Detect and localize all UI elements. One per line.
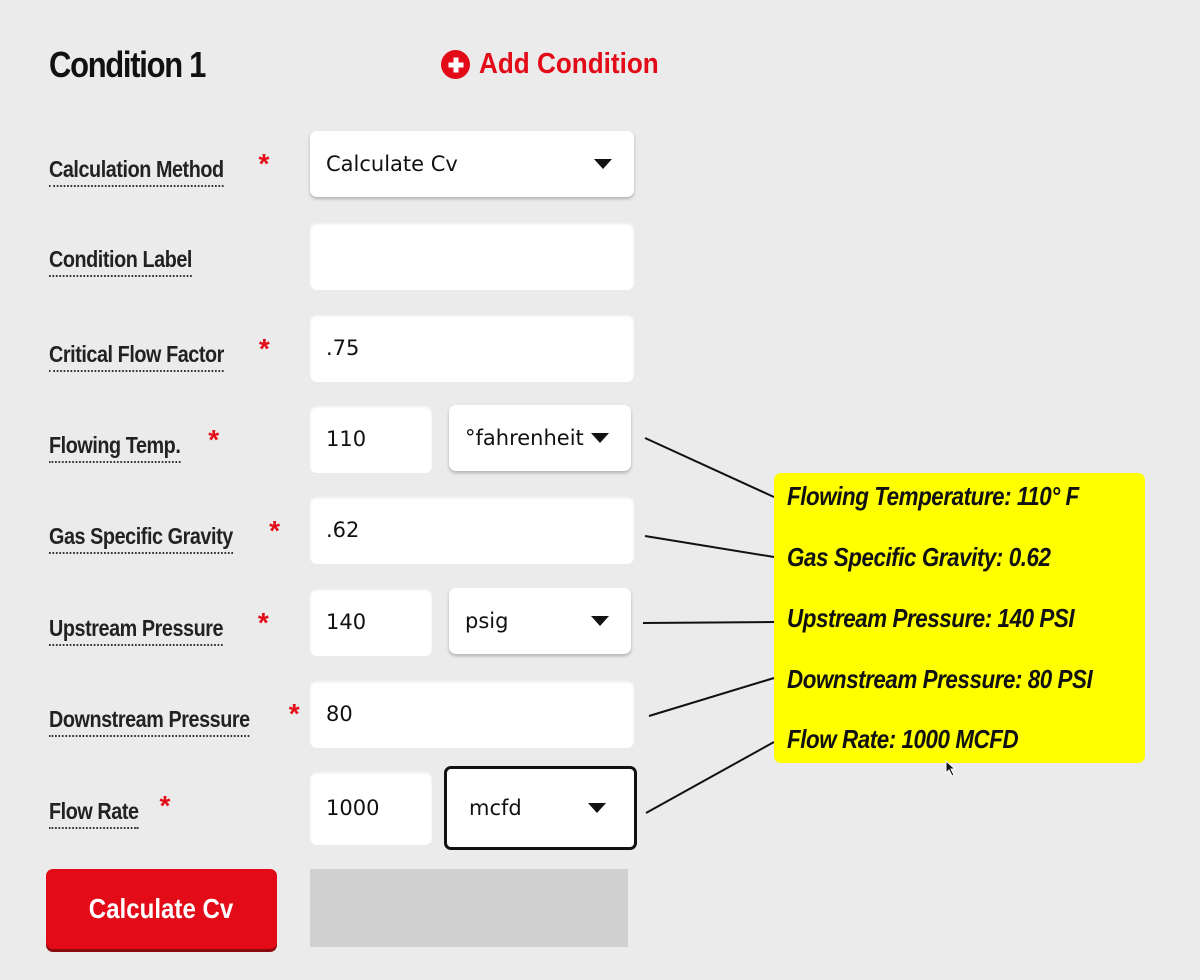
connector-line-downstream — [648, 677, 775, 717]
annotation-note: Flowing Temperature: 110° F Gas Specific… — [774, 473, 1145, 763]
connector-line-upstream — [642, 621, 775, 624]
connector-line-gravity — [644, 535, 775, 558]
connector-line-flow-rate — [645, 741, 775, 814]
connector-line-flowing-temp — [644, 437, 775, 498]
annotation-line: Flowing Temperature: 110° F — [787, 481, 1079, 511]
annotation-line: Gas Specific Gravity: 0.62 — [787, 542, 1051, 572]
annotation-line: Downstream Pressure: 80 PSI — [787, 664, 1093, 694]
mouse-cursor-icon — [945, 760, 957, 777]
annotation-line: Upstream Pressure: 140 PSI — [787, 603, 1075, 633]
annotation-line: Flow Rate: 1000 MCFD — [787, 724, 1019, 754]
